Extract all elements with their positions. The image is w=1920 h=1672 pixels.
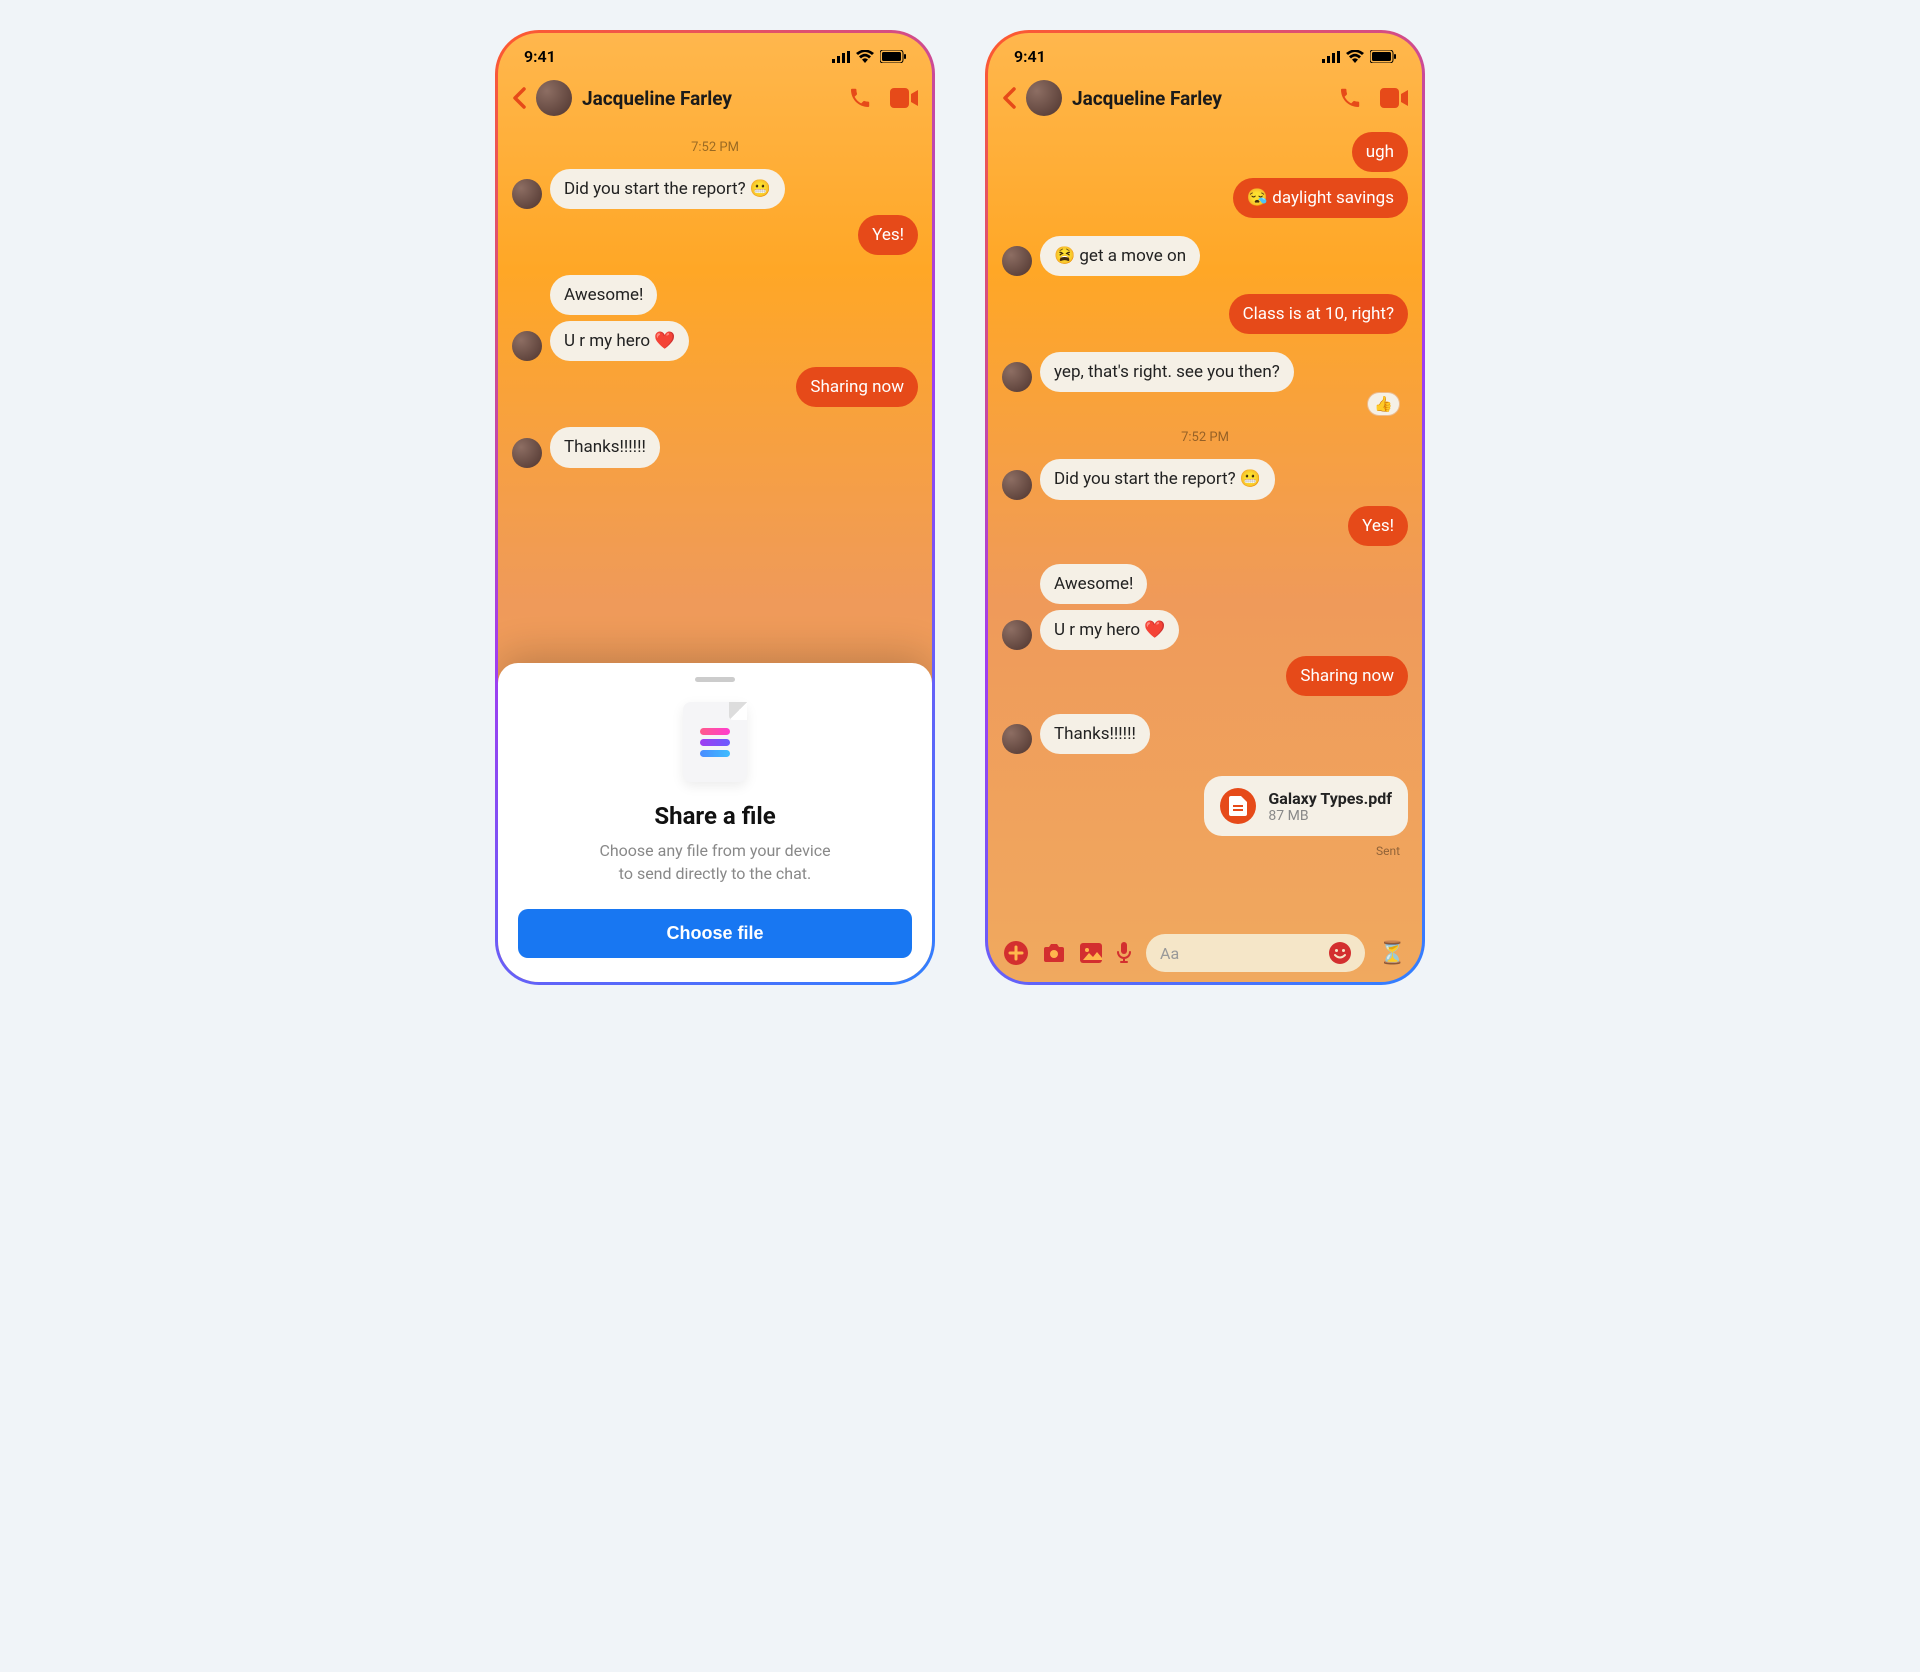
phone-left: 9:41 Jacqueline Farley 7:52 PM xyxy=(495,30,935,985)
voice-call-button[interactable] xyxy=(848,86,872,110)
chat-header: Jacqueline Farley xyxy=(988,72,1422,124)
message-bubble[interactable]: U r my hero ❤️ xyxy=(550,321,689,361)
status-bar: 9:41 xyxy=(988,33,1422,72)
message-bubble[interactable]: Yes! xyxy=(858,215,918,255)
msg-avatar[interactable] xyxy=(512,331,542,361)
wifi-icon xyxy=(1346,50,1364,63)
battery-icon xyxy=(880,50,906,63)
message-bubble[interactable]: Yes! xyxy=(1348,506,1408,546)
chat-header: Jacqueline Farley xyxy=(498,72,932,124)
contact-name[interactable]: Jacqueline Farley xyxy=(582,87,838,110)
phone-right: 9:41 Jacqueline Farley ugh xyxy=(985,30,1425,985)
video-call-button[interactable] xyxy=(1380,86,1408,110)
battery-icon xyxy=(1370,50,1396,63)
mic-button[interactable] xyxy=(1116,942,1132,964)
msg-avatar[interactable] xyxy=(512,438,542,468)
message-reaction[interactable]: 👍 xyxy=(1367,392,1400,416)
msg-avatar[interactable] xyxy=(512,179,542,209)
message-bubble[interactable]: ugh xyxy=(1352,132,1408,172)
msg-avatar[interactable] xyxy=(1002,362,1032,392)
cellular-icon xyxy=(832,51,850,63)
message-list[interactable]: ugh 😪 daylight savings 😫 get a move on C… xyxy=(988,124,1422,924)
add-button[interactable] xyxy=(1004,941,1028,965)
message-bubble[interactable]: Class is at 10, right? xyxy=(1229,294,1408,334)
message-bubble[interactable]: Sharing now xyxy=(796,367,918,407)
message-input[interactable]: Aa xyxy=(1146,934,1365,972)
timestamp: 7:52 PM xyxy=(1002,430,1408,445)
voice-call-button[interactable] xyxy=(1338,86,1362,110)
message-bubble[interactable]: U r my hero ❤️ xyxy=(1040,610,1179,650)
sheet-title: Share a file xyxy=(518,802,912,830)
msg-avatar[interactable] xyxy=(1002,724,1032,754)
status-time: 9:41 xyxy=(1014,47,1046,66)
message-bubble[interactable]: yep, that's right. see you then? xyxy=(1040,352,1294,392)
message-bubble[interactable]: Awesome! xyxy=(550,275,657,315)
message-bubble[interactable]: Thanks!!!!!! xyxy=(1040,714,1150,754)
camera-button[interactable] xyxy=(1042,943,1066,963)
back-button[interactable] xyxy=(512,87,526,109)
input-placeholder: Aa xyxy=(1160,944,1179,963)
message-bubble[interactable]: 😫 get a move on xyxy=(1040,236,1200,276)
file-illustration-icon xyxy=(683,702,747,782)
emoji-button[interactable] xyxy=(1329,942,1351,964)
hourglass-icon[interactable]: ⏳ xyxy=(1379,941,1406,966)
sheet-description: Choose any file from your device to send… xyxy=(518,840,912,885)
sheet-drag-handle[interactable] xyxy=(695,677,735,682)
gallery-button[interactable] xyxy=(1080,943,1102,963)
file-name: Galaxy Types.pdf xyxy=(1268,789,1392,808)
choose-file-button[interactable]: Choose file xyxy=(518,909,912,958)
cellular-icon xyxy=(1322,51,1340,63)
message-bubble[interactable]: Did you start the report? 😬 xyxy=(550,169,785,209)
contact-avatar[interactable] xyxy=(1026,80,1062,116)
delivery-status: Sent xyxy=(1002,844,1408,858)
message-bubble[interactable]: Thanks!!!!!! xyxy=(550,427,660,467)
file-pdf-icon xyxy=(1220,788,1256,824)
composer-bar: Aa ⏳ xyxy=(988,924,1422,982)
timestamp: 7:52 PM xyxy=(512,140,918,155)
msg-avatar[interactable] xyxy=(1002,246,1032,276)
file-attachment[interactable]: Galaxy Types.pdf 87 MB xyxy=(1204,776,1408,836)
message-bubble[interactable]: 😪 daylight savings xyxy=(1233,178,1408,218)
status-bar: 9:41 xyxy=(498,33,932,72)
share-file-sheet: Share a file Choose any file from your d… xyxy=(498,663,932,982)
msg-avatar[interactable] xyxy=(1002,620,1032,650)
message-bubble[interactable]: Awesome! xyxy=(1040,564,1147,604)
message-bubble[interactable]: Did you start the report? 😬 xyxy=(1040,459,1275,499)
contact-name[interactable]: Jacqueline Farley xyxy=(1072,87,1328,110)
wifi-icon xyxy=(856,50,874,63)
back-button[interactable] xyxy=(1002,87,1016,109)
file-size: 87 MB xyxy=(1268,808,1392,824)
contact-avatar[interactable] xyxy=(536,80,572,116)
status-time: 9:41 xyxy=(524,47,556,66)
msg-avatar[interactable] xyxy=(1002,470,1032,500)
video-call-button[interactable] xyxy=(890,86,918,110)
message-bubble[interactable]: Sharing now xyxy=(1286,656,1408,696)
